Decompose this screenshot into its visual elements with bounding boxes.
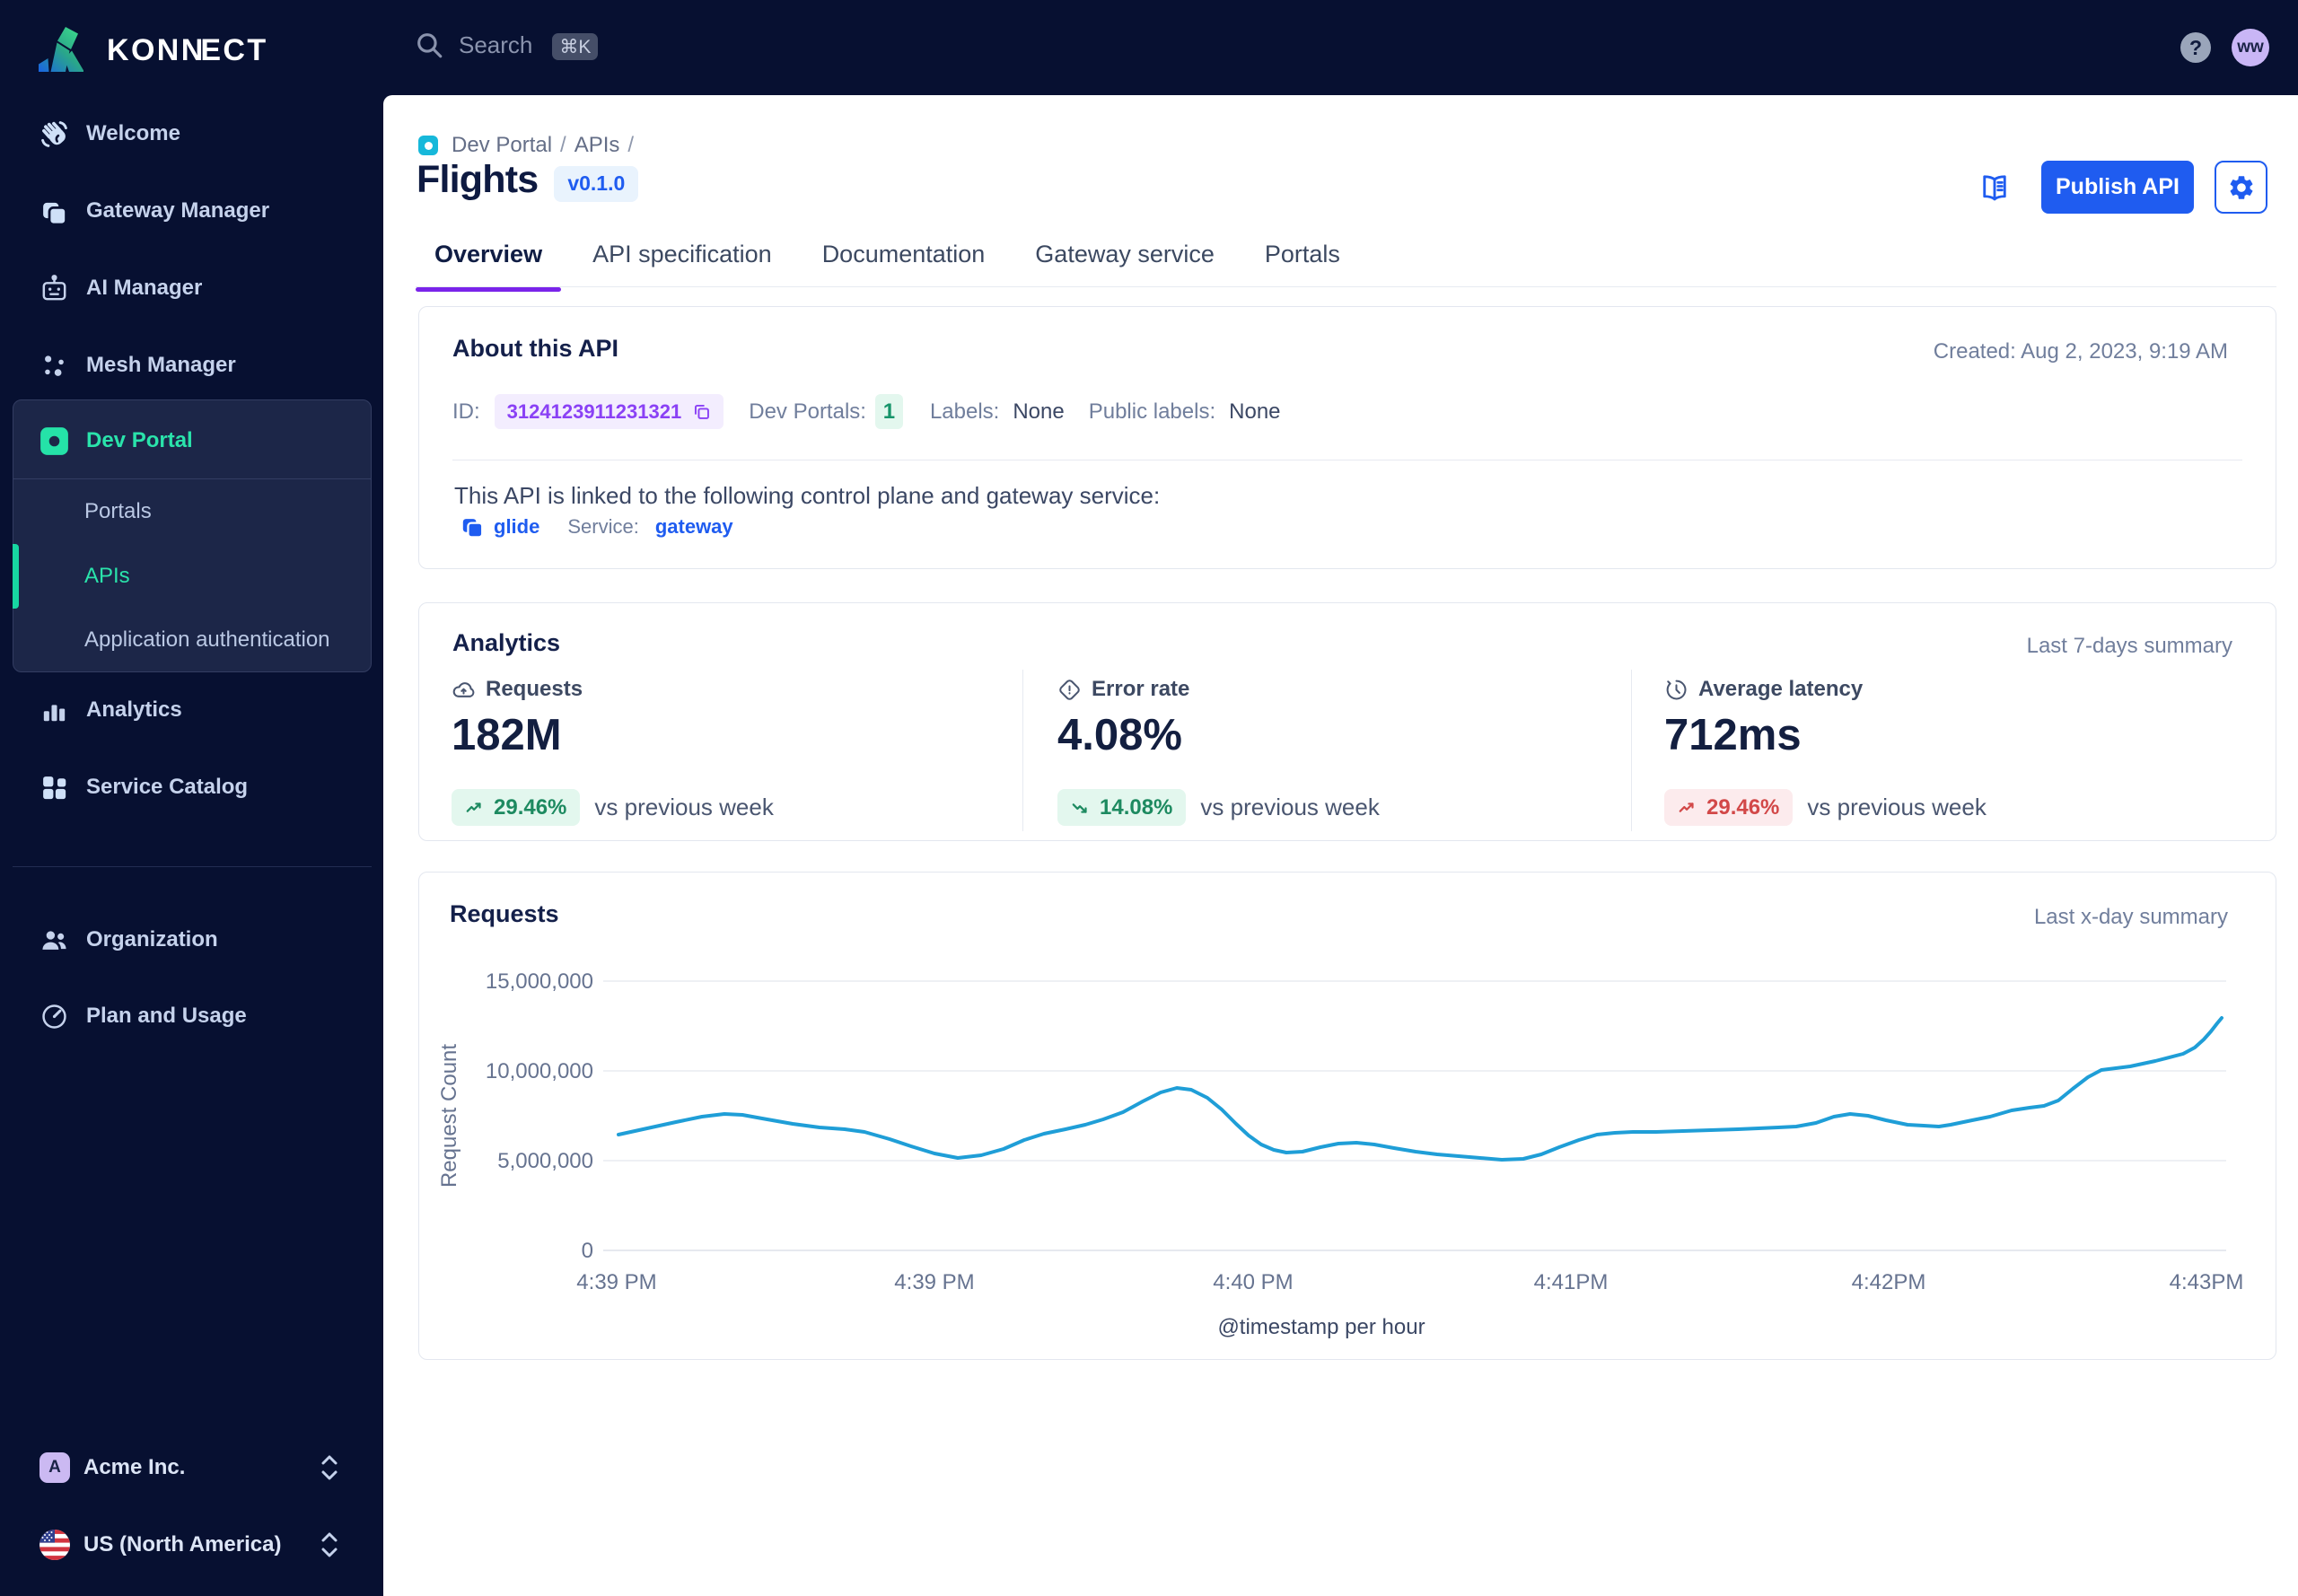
svg-text:4:39 PM: 4:39 PM	[894, 1270, 974, 1294]
svg-text:4:40 PM: 4:40 PM	[1213, 1270, 1293, 1294]
svg-text:4:42PM: 4:42PM	[1852, 1270, 1926, 1294]
svg-text:4:43PM: 4:43PM	[2170, 1270, 2244, 1294]
svg-text:0: 0	[582, 1239, 593, 1263]
svg-text:5,000,000: 5,000,000	[497, 1149, 593, 1173]
svg-text:Request Count: Request Count	[437, 1044, 461, 1188]
svg-text:10,000,000: 10,000,000	[486, 1059, 593, 1083]
svg-text:4:39 PM: 4:39 PM	[576, 1270, 656, 1294]
svg-text:@timestamp per hour: @timestamp per hour	[1217, 1315, 1425, 1339]
svg-text:15,000,000: 15,000,000	[486, 969, 593, 994]
svg-text:4:41PM: 4:41PM	[1534, 1270, 1609, 1294]
